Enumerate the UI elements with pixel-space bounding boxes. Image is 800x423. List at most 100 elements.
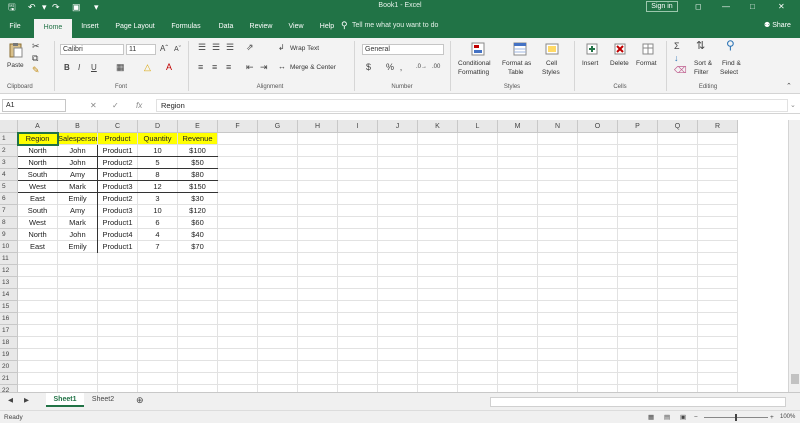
cell-a22[interactable] [18, 385, 58, 392]
cell-j17[interactable] [378, 325, 418, 337]
cell-k7[interactable] [418, 205, 458, 217]
cell-h1[interactable] [298, 133, 338, 145]
prev-sheet-icon[interactable]: ◀ [8, 395, 13, 406]
page-break-view-icon[interactable]: ▣ [680, 412, 686, 423]
cell-n15[interactable] [538, 301, 578, 313]
cell-j14[interactable] [378, 289, 418, 301]
cell-a13[interactable] [18, 277, 58, 289]
cell-h4[interactable] [298, 169, 338, 181]
row-header-9[interactable]: 9 [0, 229, 18, 241]
cell-p22[interactable] [618, 385, 658, 392]
format-cells-icon[interactable] [640, 41, 656, 57]
cell-k1[interactable] [418, 133, 458, 145]
cell-l12[interactable] [458, 265, 498, 277]
cell-c18[interactable] [98, 337, 138, 349]
cell-r10[interactable] [698, 241, 738, 253]
cell-n13[interactable] [538, 277, 578, 289]
cell-a11[interactable] [18, 253, 58, 265]
cell-b6[interactable]: Emily [58, 193, 98, 205]
tab-view[interactable]: View [284, 20, 308, 34]
column-header-n[interactable]: N [538, 120, 578, 133]
cell-e10[interactable]: $70 [178, 241, 218, 253]
outdent-icon[interactable]: ⇥ [260, 62, 268, 72]
cell-n19[interactable] [538, 349, 578, 361]
row-header-7[interactable]: 7 [0, 205, 18, 217]
cell-j16[interactable] [378, 313, 418, 325]
cell-k21[interactable] [418, 373, 458, 385]
cell-m21[interactable] [498, 373, 538, 385]
cell-b7[interactable]: Amy [58, 205, 98, 217]
cell-h12[interactable] [298, 265, 338, 277]
cell-n16[interactable] [538, 313, 578, 325]
insert-cells-button[interactable]: Insert [582, 60, 598, 68]
cell-r8[interactable] [698, 217, 738, 229]
cell-d8[interactable]: 6 [138, 217, 178, 229]
zoom-in-icon[interactable]: + [770, 412, 774, 423]
find-select-icon[interactable]: ⚲ [726, 39, 735, 51]
delete-cells-button[interactable]: Delete [610, 60, 629, 68]
cell-p17[interactable] [618, 325, 658, 337]
cell-p20[interactable] [618, 361, 658, 373]
decrease-font-icon[interactable]: Aˇ [174, 45, 181, 55]
cell-i13[interactable] [338, 277, 378, 289]
cell-m6[interactable] [498, 193, 538, 205]
cell-p21[interactable] [618, 373, 658, 385]
cell-m12[interactable] [498, 265, 538, 277]
delete-cells-icon[interactable] [612, 41, 628, 57]
cell-k13[interactable] [418, 277, 458, 289]
underline-icon[interactable]: U [91, 63, 97, 73]
cell-c13[interactable] [98, 277, 138, 289]
cell-j11[interactable] [378, 253, 418, 265]
cell-h18[interactable] [298, 337, 338, 349]
align-center-icon[interactable]: ≡ [212, 62, 217, 72]
sheet-tab-sheet1[interactable]: Sheet1 [46, 393, 84, 407]
cell-h10[interactable] [298, 241, 338, 253]
cell-f3[interactable] [218, 157, 258, 169]
row-header-4[interactable]: 4 [0, 169, 18, 181]
vertical-scrollbar[interactable] [788, 120, 800, 392]
cell-h6[interactable] [298, 193, 338, 205]
cell-f21[interactable] [218, 373, 258, 385]
cell-c9[interactable]: Product4 [98, 229, 138, 241]
column-header-b[interactable]: B [58, 120, 98, 133]
cell-g4[interactable] [258, 169, 298, 181]
row-header-1[interactable]: 1 [0, 133, 18, 145]
cell-r15[interactable] [698, 301, 738, 313]
cell-q9[interactable] [658, 229, 698, 241]
tab-data[interactable]: Data [212, 20, 240, 34]
cell-p13[interactable] [618, 277, 658, 289]
cell-j18[interactable] [378, 337, 418, 349]
cell-n5[interactable] [538, 181, 578, 193]
cell-k15[interactable] [418, 301, 458, 313]
cell-m13[interactable] [498, 277, 538, 289]
enter-formula-icon[interactable]: ✓ [112, 99, 119, 112]
cell-f12[interactable] [218, 265, 258, 277]
cell-i18[interactable] [338, 337, 378, 349]
cell-a21[interactable] [18, 373, 58, 385]
cell-q11[interactable] [658, 253, 698, 265]
formula-input[interactable]: Region [156, 99, 788, 112]
share-button[interactable]: ⚉ Share [764, 21, 791, 29]
cell-l18[interactable] [458, 337, 498, 349]
cell-a20[interactable] [18, 361, 58, 373]
cell-f8[interactable] [218, 217, 258, 229]
cell-c6[interactable]: Product2 [98, 193, 138, 205]
cell-l21[interactable] [458, 373, 498, 385]
cell-r17[interactable] [698, 325, 738, 337]
cell-k9[interactable] [418, 229, 458, 241]
row-header-6[interactable]: 6 [0, 193, 18, 205]
cell-d9[interactable]: 4 [138, 229, 178, 241]
cell-p8[interactable] [618, 217, 658, 229]
cell-r5[interactable] [698, 181, 738, 193]
cell-r6[interactable] [698, 193, 738, 205]
copy-icon[interactable]: ⧉ [32, 53, 38, 63]
autosum-icon[interactable]: Σ [674, 41, 680, 51]
cell-b1[interactable]: Salesperson [58, 133, 98, 145]
cell-g6[interactable] [258, 193, 298, 205]
align-right-icon[interactable]: ≡ [226, 62, 231, 72]
cell-k19[interactable] [418, 349, 458, 361]
cell-p4[interactable] [618, 169, 658, 181]
cell-q6[interactable] [658, 193, 698, 205]
cell-o17[interactable] [578, 325, 618, 337]
zoom-slider-thumb[interactable] [735, 414, 737, 421]
